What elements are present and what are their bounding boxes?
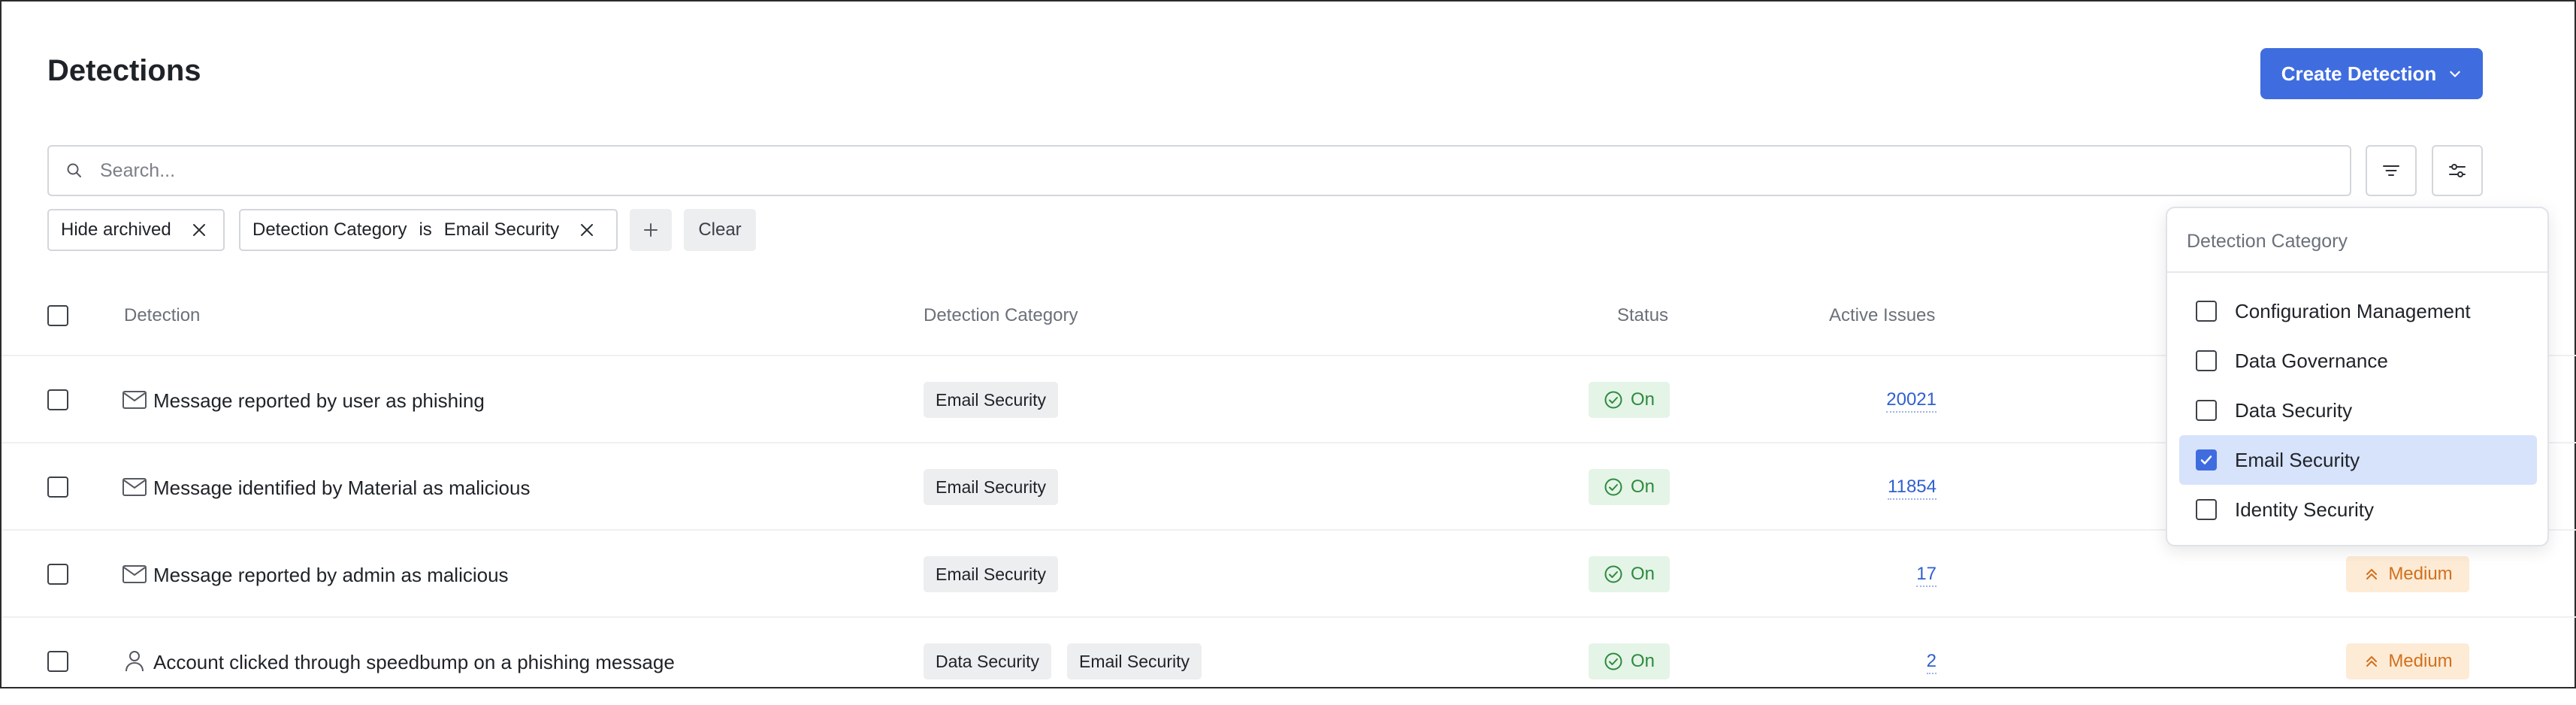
mail-icon bbox=[122, 565, 147, 583]
detection-name[interactable]: Message reported by admin as malicious bbox=[153, 564, 509, 587]
row-checkbox[interactable] bbox=[47, 389, 68, 410]
row-checkbox[interactable] bbox=[47, 477, 68, 498]
status-label: On bbox=[1630, 389, 1655, 410]
create-detection-label: Create Detection bbox=[2281, 62, 2437, 85]
column-header-category[interactable]: Detection Category bbox=[924, 305, 1078, 326]
check-circle-icon bbox=[1604, 565, 1622, 583]
status-label: On bbox=[1630, 651, 1655, 671]
mail-icon bbox=[122, 478, 147, 496]
page-title: Detections bbox=[47, 54, 201, 87]
detection-name[interactable]: Message identified by Material as malici… bbox=[153, 477, 530, 500]
create-detection-button[interactable]: Create Detection bbox=[2260, 48, 2483, 99]
active-issues-count[interactable]: 2 bbox=[1926, 651, 1937, 674]
dropdown-option-email-security[interactable]: Email Security bbox=[2179, 435, 2537, 485]
status-label: On bbox=[1630, 477, 1655, 497]
option-label: Identity Security bbox=[2235, 498, 2374, 521]
option-checkbox[interactable] bbox=[2196, 301, 2217, 322]
add-filter-button[interactable] bbox=[630, 209, 672, 251]
category-badge: Email Security bbox=[924, 469, 1058, 505]
hide-archived-chip[interactable]: Hide archived bbox=[47, 209, 225, 251]
option-label: Email Security bbox=[2235, 448, 2360, 471]
search-icon bbox=[67, 163, 81, 177]
search-bar[interactable] bbox=[47, 145, 2351, 196]
filter-value-label: Email Security bbox=[443, 219, 560, 240]
option-label: Data Governance bbox=[2235, 349, 2388, 372]
severity-badge: Medium bbox=[2346, 643, 2469, 679]
close-icon[interactable] bbox=[191, 222, 207, 238]
dropdown-header: Detection Category bbox=[2167, 208, 2547, 273]
severity-label: Medium bbox=[2388, 564, 2453, 584]
active-issues-count[interactable]: 17 bbox=[1916, 564, 1937, 587]
column-header-active-issues[interactable]: Active Issues bbox=[1829, 305, 1935, 326]
hide-archived-label: Hide archived bbox=[61, 219, 171, 240]
row-checkbox[interactable] bbox=[47, 651, 68, 672]
detection-name[interactable]: Message reported by user as phishing bbox=[153, 389, 485, 413]
close-icon[interactable] bbox=[579, 222, 595, 238]
view-settings-button[interactable] bbox=[2432, 145, 2483, 196]
dropdown-option-data-security[interactable]: Data Security bbox=[2179, 386, 2537, 435]
option-label: Data Security bbox=[2235, 398, 2353, 422]
dropdown-option-configuration-management[interactable]: Configuration Management bbox=[2179, 286, 2537, 336]
status-label: On bbox=[1630, 564, 1655, 584]
mail-icon bbox=[122, 391, 147, 409]
sliders-icon bbox=[2449, 164, 2466, 177]
dropdown-option-data-governance[interactable]: Data Governance bbox=[2179, 336, 2537, 386]
option-checkbox[interactable] bbox=[2196, 400, 2217, 421]
select-all-checkbox[interactable] bbox=[47, 305, 68, 326]
dropdown-option-identity-security[interactable]: Identity Security bbox=[2179, 485, 2537, 534]
category-badge: Data Security bbox=[924, 643, 1052, 679]
chevrons-up-icon bbox=[2366, 569, 2378, 579]
status-badge: On bbox=[1589, 556, 1670, 592]
table-row[interactable]: Account clicked through speedbump on a p… bbox=[2, 618, 2576, 705]
filter-button[interactable] bbox=[2366, 145, 2417, 196]
option-checkbox[interactable] bbox=[2196, 350, 2217, 371]
plus-icon bbox=[644, 223, 658, 237]
status-badge: On bbox=[1589, 469, 1670, 505]
column-header-detection[interactable]: Detection bbox=[124, 305, 200, 326]
column-header-status[interactable]: Status bbox=[1617, 305, 1668, 326]
severity-badge: Medium bbox=[2346, 556, 2469, 592]
detection-name[interactable]: Account clicked through speedbump on a p… bbox=[153, 651, 675, 674]
active-issues-count[interactable]: 11854 bbox=[1888, 477, 1937, 500]
chevron-down-icon bbox=[2450, 71, 2461, 77]
option-label: Configuration Management bbox=[2235, 299, 2471, 322]
filter-lines-icon bbox=[2383, 165, 2399, 176]
status-badge: On bbox=[1589, 382, 1670, 418]
check-circle-icon bbox=[1604, 652, 1622, 670]
severity-label: Medium bbox=[2388, 651, 2453, 671]
option-checkbox[interactable] bbox=[2196, 499, 2217, 520]
chevrons-up-icon bbox=[2366, 656, 2378, 667]
clear-filters-button[interactable]: Clear bbox=[684, 209, 756, 251]
status-badge: On bbox=[1589, 643, 1670, 679]
user-icon bbox=[125, 651, 144, 672]
category-badge: Email Security bbox=[924, 382, 1058, 418]
active-issues-count[interactable]: 20021 bbox=[1886, 389, 1937, 413]
row-checkbox[interactable] bbox=[47, 564, 68, 585]
search-input[interactable] bbox=[98, 159, 2278, 183]
check-circle-icon bbox=[1604, 478, 1622, 496]
category-filter-dropdown: Detection Category Configuration Managem… bbox=[2166, 207, 2549, 546]
check-circle-icon bbox=[1604, 391, 1622, 409]
option-checkbox[interactable] bbox=[2196, 449, 2217, 471]
category-badge: Email Security bbox=[924, 556, 1058, 592]
filter-field-label: Detection Category bbox=[252, 219, 407, 240]
filter-operator-label: is bbox=[419, 219, 432, 240]
checkmark-icon bbox=[2200, 455, 2212, 464]
category-filter-chip[interactable]: Detection Category is Email Security bbox=[239, 209, 618, 251]
category-badge: Email Security bbox=[1067, 643, 1202, 679]
